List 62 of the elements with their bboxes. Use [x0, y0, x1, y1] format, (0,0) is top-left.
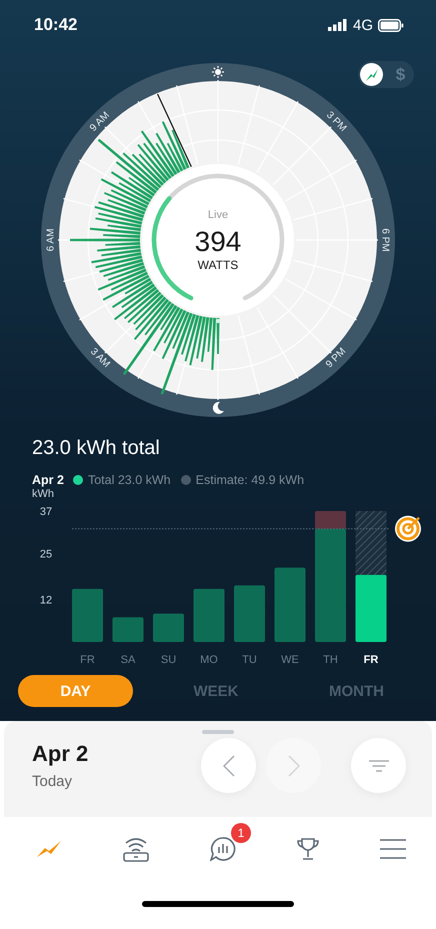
over-target-bar [315, 511, 346, 529]
range-tab[interactable]: DAY [18, 675, 133, 707]
chevron-right-icon [288, 754, 300, 776]
estimate-bar [356, 511, 386, 575]
network-label: 4G [352, 16, 373, 34]
usage-bar [194, 588, 224, 642]
device-nav-tab[interactable] [122, 836, 150, 862]
hour-label: 9 AM [88, 110, 112, 134]
battery-icon [378, 18, 404, 32]
day-label: TU [242, 654, 257, 666]
day-label: WE [281, 654, 299, 666]
sun-icon [211, 65, 225, 79]
router-icon [122, 836, 150, 862]
hour-label: 6 PM [380, 228, 390, 252]
date-subtitle: Today [32, 773, 74, 790]
legend-label: Estimate: 49.9 kWh [196, 473, 304, 487]
hour-label: 6 AM [46, 228, 56, 252]
gauge-dot [216, 318, 220, 324]
filter-icon [368, 760, 390, 772]
axis-unit: kWh [32, 489, 54, 500]
axis-tick: 37 [40, 506, 52, 518]
hour-label: 3 AM [88, 346, 112, 370]
trophy-icon [296, 837, 320, 861]
chevron-left-icon [222, 754, 234, 776]
day-label: FR [364, 654, 378, 666]
status-time: 10:42 [34, 15, 78, 35]
legend-date: Apr 2 [32, 473, 64, 487]
live-watts-value: 394 [194, 226, 242, 257]
bolt-icon [36, 840, 62, 858]
notification-badge: 1 [231, 823, 251, 843]
axis-tick: 25 [40, 548, 52, 560]
watts-unit: WATTS [198, 258, 238, 272]
day-label: FR [80, 654, 95, 666]
total-heading: 23.0 kWh total [32, 437, 161, 460]
mode-toggle[interactable]: $ [358, 61, 414, 88]
usage-bar [356, 574, 386, 642]
day-label: SA [120, 654, 136, 666]
hour-label: 9 PM [324, 346, 348, 370]
day-label: MO [200, 654, 218, 666]
range-tab[interactable]: MONTH [299, 675, 414, 707]
hour-label: 3 PM [324, 110, 348, 134]
trophy-nav-tab[interactable] [296, 837, 320, 861]
legend-label: Total 23.0 kWh [88, 473, 171, 487]
menu-nav-tab[interactable] [380, 838, 406, 860]
signal-icon [328, 19, 348, 31]
insights-nav-tab[interactable]: 1 [210, 822, 251, 862]
usage-bar [153, 614, 184, 642]
live-caption: Live [208, 209, 228, 221]
axis-tick: 12 [40, 594, 52, 607]
target-icon[interactable] [395, 516, 421, 542]
cost-option[interactable]: $ [389, 63, 412, 86]
energy-option[interactable] [360, 63, 383, 86]
usage-bar [234, 585, 265, 642]
usage-bar [72, 588, 103, 642]
range-tab[interactable]: WEEK [158, 675, 274, 707]
day-label: SU [160, 654, 176, 666]
moon-icon [212, 402, 224, 414]
day-label: TH [323, 654, 338, 666]
menu-icon [380, 838, 406, 860]
usage-bar [112, 617, 144, 642]
chat-chart-icon [210, 836, 236, 862]
selected-date: Apr 2 [32, 741, 88, 767]
